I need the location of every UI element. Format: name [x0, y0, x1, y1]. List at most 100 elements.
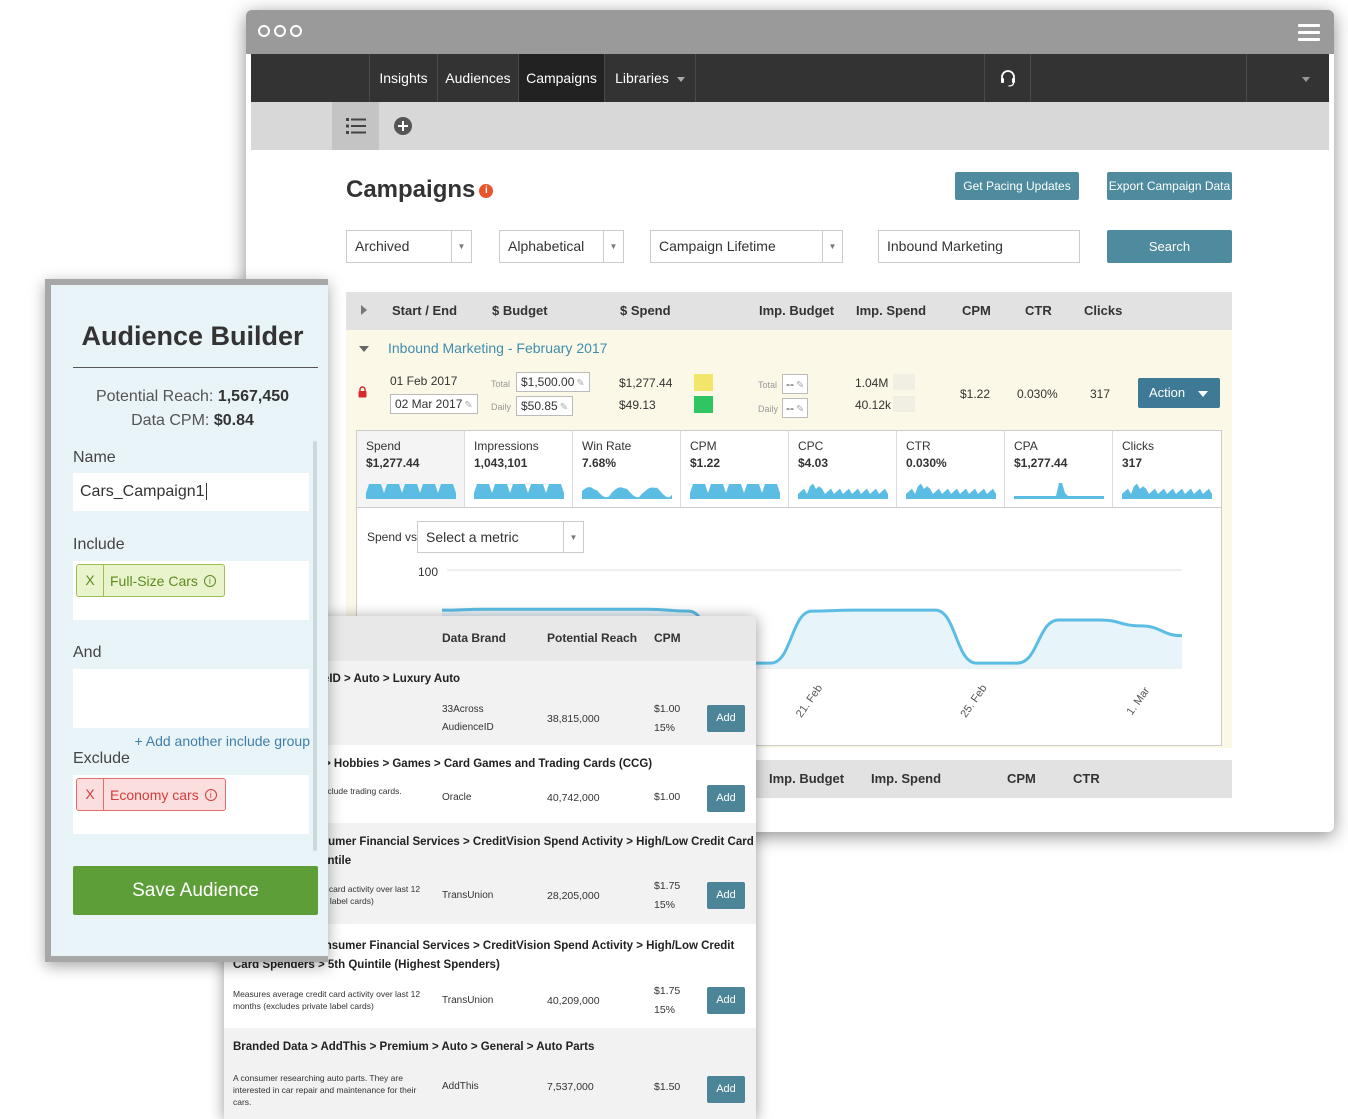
end-date-field[interactable]: 02 Mar 2017 ✎ [390, 394, 478, 414]
info-icon[interactable]: i [203, 574, 216, 587]
col-budget[interactable]: $ Budget [492, 292, 548, 330]
col-imp-spend-2[interactable]: Imp. Spend [871, 760, 941, 798]
data-cpm-label: Data CPM: [131, 412, 210, 429]
sparkline-area [366, 484, 456, 499]
col-cpm-2[interactable]: CPM [1007, 760, 1036, 798]
imp-budget-total-field[interactable]: -- ✎ [782, 374, 809, 394]
segment-cpm: $1.00 [654, 788, 680, 807]
metric-tile[interactable]: Win Rate 7.68% [573, 431, 681, 507]
nav-audiences[interactable]: Audiences [438, 54, 518, 102]
potential-reach: Potential Reach: 1,567,450 [51, 388, 334, 406]
view-toolbar [251, 102, 1329, 150]
spend-total: $1,277.44 [619, 376, 673, 390]
lock-icon [358, 386, 367, 398]
exclude-dropzone[interactable]: X Economy cars i [73, 775, 309, 834]
x-tick-label: 25. Feb [958, 683, 989, 720]
add-segment-button[interactable]: Add [707, 882, 745, 909]
search-button[interactable]: Search [1107, 230, 1232, 263]
metric-tile[interactable]: CPC $4.03 [789, 431, 897, 507]
metric-label: CPC [798, 439, 824, 453]
and-dropzone[interactable] [73, 669, 309, 728]
collapse-row-icon[interactable] [359, 346, 369, 352]
metric-tile[interactable]: CTR 0.030% [897, 431, 1005, 507]
col-clicks[interactable]: Clicks [1084, 292, 1122, 330]
remove-chip-icon[interactable]: X [77, 779, 104, 810]
segment-cpm-value: $1.50 [654, 1081, 681, 1093]
include-dropzone[interactable]: X Full-Size Cars i [73, 561, 309, 620]
remove-chip-icon[interactable]: X [77, 565, 104, 596]
headset-icon[interactable] [985, 54, 1030, 102]
imp-budget-total-value: -- [786, 377, 794, 391]
add-segment-button[interactable]: Add [707, 1076, 745, 1103]
campaign-name-link[interactable]: Inbound Marketing - February 2017 [388, 340, 607, 356]
expand-all-icon[interactable] [361, 305, 367, 315]
nav-campaigns[interactable]: Campaigns [519, 54, 604, 102]
date-range-select[interactable]: Campaign Lifetime ▼ [650, 230, 843, 263]
end-date-value: 02 Mar 2017 [395, 397, 463, 411]
audience-builder-panel: Audience Builder Potential Reach: 1,567,… [45, 279, 328, 962]
nav-insights[interactable]: Insights [370, 54, 437, 102]
col-data-brand[interactable]: Data Brand [442, 631, 506, 645]
col-start-end[interactable]: Start / End [392, 292, 457, 330]
col-cpm[interactable]: CPM [962, 292, 991, 330]
campaign-search-input[interactable]: Inbound Marketing [878, 230, 1080, 263]
add-include-group-link[interactable]: + Add another include group [134, 733, 310, 749]
sparkline-area [1122, 483, 1212, 499]
col-imp-budget[interactable]: Imp. Budget [759, 292, 834, 330]
add-segment-button[interactable]: Add [707, 785, 745, 812]
segment-description: A consumer researching auto parts. They … [233, 1073, 417, 1107]
metric-label: Impressions [474, 439, 539, 453]
chevron-down-icon: ▼ [603, 231, 623, 262]
nav-libraries[interactable]: Libraries [605, 54, 695, 102]
col-ctr[interactable]: CTR [1025, 292, 1052, 330]
add-segment-button[interactable]: Add [707, 705, 745, 732]
budget-daily-field[interactable]: $50.85 ✎ [516, 396, 574, 416]
action-button[interactable]: Action [1138, 378, 1220, 408]
menu-icon[interactable] [1298, 24, 1320, 45]
add-segment-button[interactable]: Add [707, 987, 745, 1014]
metric-tile[interactable]: Impressions 1,043,101 [465, 431, 573, 507]
col-potential-reach[interactable]: Potential Reach [547, 631, 637, 645]
window-minimize-dot[interactable] [274, 25, 286, 37]
info-icon[interactable]: i [479, 183, 494, 198]
list-view-icon[interactable] [332, 102, 379, 150]
col-imp-spend[interactable]: Imp. Spend [856, 292, 926, 330]
info-icon[interactable]: i [204, 788, 217, 801]
col-cpm[interactable]: CPM [654, 631, 681, 645]
get-pacing-updates-button[interactable]: Get Pacing Updates [955, 172, 1079, 200]
status-filter-select[interactable]: Archived ▼ [346, 230, 472, 263]
date-range-value: Campaign Lifetime [659, 238, 776, 254]
segment-brand: Oracle [442, 792, 472, 803]
metric-value: $1,277.44 [1014, 456, 1068, 470]
segment-brand: TransUnion [442, 890, 494, 901]
window-close-dot[interactable] [258, 25, 270, 37]
segment-pct: 15% [654, 899, 676, 911]
metric-tile[interactable]: CPM $1.22 [681, 431, 789, 507]
imp-total-label: Total [758, 380, 778, 390]
col-ctr-2[interactable]: CTR [1073, 760, 1100, 798]
audience-name-input[interactable]: Cars_Campaign1 [73, 473, 309, 511]
sort-select[interactable]: Alphabetical ▼ [499, 230, 624, 263]
metric-value: 0.030% [906, 456, 947, 470]
imp-budget-daily-field[interactable]: -- ✎ [782, 398, 809, 418]
col-imp-budget-2[interactable]: Imp. Budget [769, 760, 844, 798]
col-spend[interactable]: $ Spend [620, 292, 671, 330]
add-circle-icon[interactable] [379, 102, 426, 150]
imp-spend-daily: 40.12k [855, 398, 892, 412]
audience-name-value: Cars_Campaign1 [80, 483, 205, 500]
budget-total-field[interactable]: $1,500.00 ✎ [516, 372, 590, 392]
account-dropdown[interactable] [1291, 54, 1321, 102]
scrollbar[interactable] [313, 441, 317, 851]
and-label: And [73, 644, 102, 661]
window-maximize-dot[interactable] [290, 25, 302, 37]
page-title-text: Campaigns [346, 176, 476, 203]
segment-path: Branded Data > AddThis > Premium > Auto … [233, 1041, 595, 1053]
x-tick-label: 1. Mar [1125, 685, 1153, 718]
metric-tile[interactable]: Clicks 317 [1113, 431, 1221, 507]
save-audience-button[interactable]: Save Audience [73, 866, 318, 915]
sparkline [474, 484, 564, 499]
metric-tile[interactable]: Spend $1,277.44 [357, 431, 465, 507]
metric-tile[interactable]: CPA $1,277.44 [1005, 431, 1113, 507]
export-campaign-data-button[interactable]: Export Campaign Data [1107, 172, 1232, 200]
metric-label: Clicks [1122, 439, 1154, 453]
